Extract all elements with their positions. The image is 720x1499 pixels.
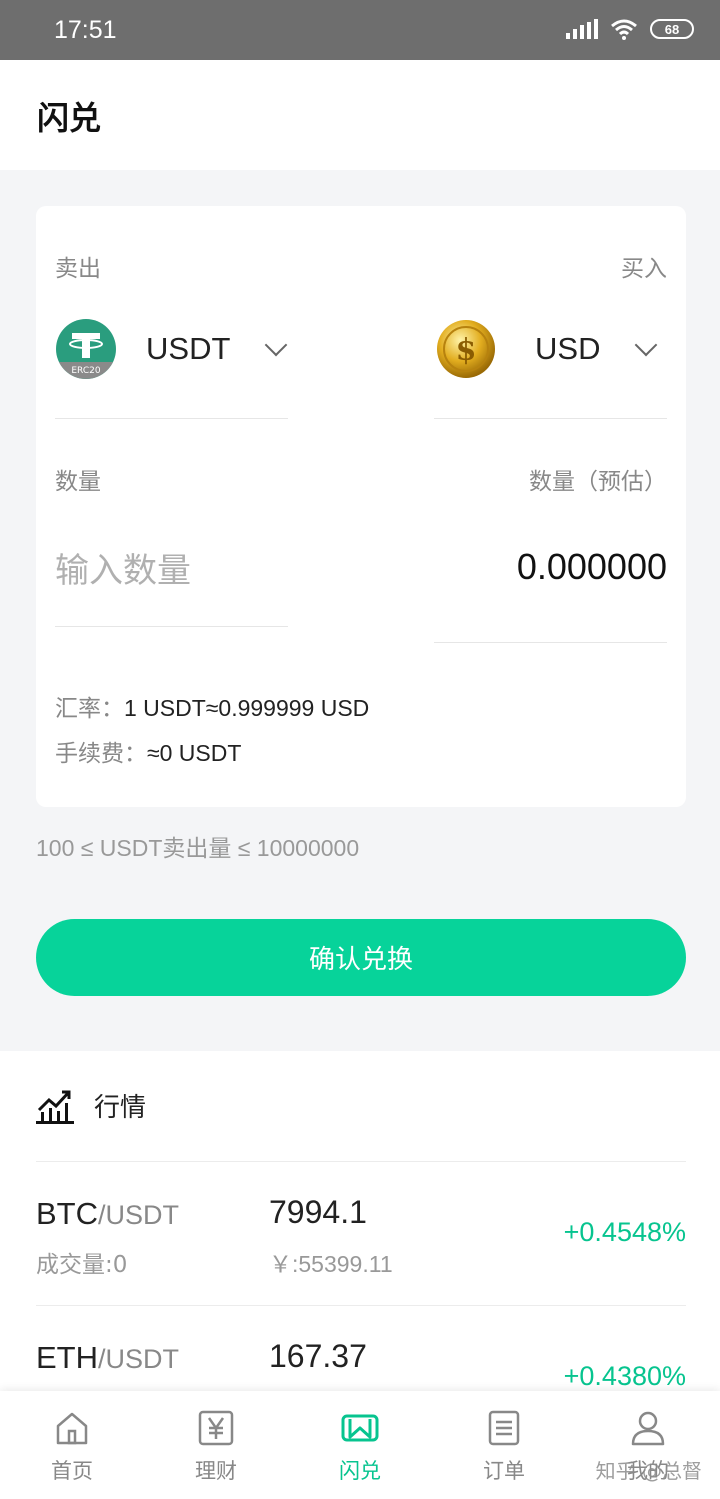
sell-limits-text: 100 ≤ USDT卖出量 ≤ 10000000	[36, 835, 360, 861]
buy-coin-name: USD	[535, 331, 601, 366]
market-header: 行情	[36, 1087, 146, 1124]
status-icons: 68	[566, 18, 694, 40]
rate-value: 1 USDT≈0.999999 USD	[124, 695, 370, 721]
sell-coin-selector[interactable]: ERC20 USDT	[55, 318, 288, 380]
erc20-badge: ERC20	[71, 366, 101, 376]
amount-label: 数量	[55, 469, 101, 495]
status-time: 17:51	[54, 16, 117, 44]
buy-label: 买入	[621, 256, 667, 282]
page-title: 闪兑	[37, 99, 102, 137]
price: 7994.1	[269, 1194, 367, 1230]
market-section: 行情 BTC/USDT 成交量:0 7994.1 ￥:55399.11 +0.4…	[0, 1051, 720, 1391]
exchange-card: 卖出 买入 ERC20 USDT $ USD 数量 数量（预估） 输入数量 0.…	[36, 206, 686, 807]
home-icon	[56, 1412, 88, 1445]
divider	[434, 642, 667, 643]
gold-dollar-coin-icon: $	[437, 320, 495, 378]
tab-home[interactable]: 首页	[0, 1391, 144, 1499]
order-icon	[488, 1410, 520, 1446]
battery-indicator: 68	[650, 19, 694, 39]
change-percent: +0.4380%	[563, 1361, 686, 1391]
fee-info: 手续费：≈0 USDT	[55, 734, 241, 768]
tether-erc20-icon: ERC20	[56, 319, 116, 379]
sell-coin-name: USDT	[146, 331, 231, 366]
amount-input[interactable]	[55, 546, 285, 596]
market-title: 行情	[94, 1093, 147, 1123]
tab-swap-label: 闪兑	[339, 1459, 381, 1483]
status-bar: 17:51 68	[0, 0, 720, 60]
divider	[55, 418, 288, 419]
volume: 成交量:0	[36, 1252, 128, 1278]
tab-home-label: 首页	[51, 1459, 93, 1483]
tab-swap[interactable]: 闪兑	[288, 1391, 432, 1499]
price: 167.37	[269, 1338, 367, 1374]
estimated-amount-value: 0.000000	[516, 546, 667, 587]
wifi-icon	[611, 19, 637, 40]
divider	[55, 626, 288, 627]
market-row[interactable]: BTC/USDT 成交量:0 7994.1 ￥:55399.11 +0.4548…	[36, 1161, 686, 1304]
signal-icon	[566, 19, 598, 39]
tab-finance-label: 理财	[195, 1459, 237, 1483]
watermark: 知乎 @总督	[595, 1459, 702, 1483]
tab-orders-label: 订单	[483, 1459, 525, 1483]
buy-coin-selector[interactable]: $ USD	[436, 318, 658, 380]
price-cny: ￥:55399.11	[269, 1251, 393, 1277]
sell-label: 卖出	[55, 256, 101, 282]
tab-finance[interactable]: 理财	[144, 1391, 288, 1499]
chevron-down-icon	[265, 333, 288, 357]
estimated-amount-label: 数量（预估）	[529, 469, 667, 495]
divider	[434, 418, 667, 419]
chart-trend-icon	[36, 1090, 74, 1124]
yen-icon	[198, 1410, 234, 1446]
svg-text:$: $	[456, 333, 477, 368]
fee-value: ≈0 USDT	[147, 740, 242, 766]
rate-label: 汇率：	[55, 696, 124, 722]
chevron-down-icon	[635, 333, 658, 357]
user-icon	[631, 1411, 665, 1446]
confirm-exchange-button[interactable]: 确认兑换	[36, 919, 686, 996]
swap-icon	[341, 1414, 379, 1442]
pair-name: ETH/USDT	[36, 1340, 179, 1375]
pair-name: BTC/USDT	[36, 1196, 179, 1231]
page-header: 闪兑	[0, 60, 720, 170]
tab-orders[interactable]: 订单	[432, 1391, 576, 1499]
exchange-rate: 汇率：1 USDT≈0.999999 USD	[55, 689, 369, 723]
fee-label: 手续费：	[55, 741, 147, 767]
change-percent: +0.4548%	[563, 1217, 686, 1247]
